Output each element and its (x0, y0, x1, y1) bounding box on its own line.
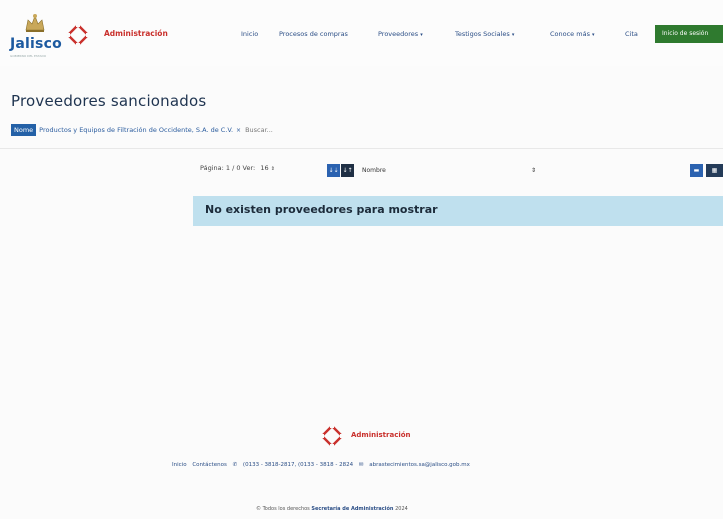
footer-email[interactable]: abrastecimientos.sa@jalisco.gob.mx (369, 462, 470, 468)
grid-view-icon[interactable]: ▦ (706, 164, 723, 177)
administracion-logo-icon (66, 23, 90, 47)
jalisco-logo[interactable]: Jalisco (10, 36, 62, 52)
footer-phone: (0133 - 3818-2817, (0133 - 3818 - 2824 (242, 462, 354, 468)
filter-bar: Nome Productos y Equipos de Filtración d… (11, 123, 273, 137)
footer-link-contactenos[interactable]: Contáctenos (192, 462, 227, 468)
nav-inicio[interactable]: Inicio (241, 30, 258, 38)
copyright: © Todos los derechos Secretaría de Admin… (256, 506, 408, 512)
sort-field-select[interactable]: Nombre ⇕ (362, 164, 540, 177)
nav-procesos-de-compras[interactable]: Procesos de compras (279, 30, 348, 38)
copyright-org: Secretaría de Administración (311, 506, 394, 512)
sort-ascending-button[interactable]: ↓⇣ (327, 164, 340, 177)
footer-link-inicio[interactable]: Inicio (172, 462, 187, 468)
select-caret-icon: ⇕ (530, 167, 536, 174)
per-page-select[interactable]: 16 ⇕ (260, 164, 275, 172)
login-button[interactable]: Inicio de sesión (655, 25, 723, 43)
filter-remove-icon[interactable]: × (236, 127, 241, 134)
search-link[interactable]: Buscar... (245, 126, 273, 134)
mail-icon: ✉ (358, 462, 364, 468)
administracion-logo-icon (320, 424, 344, 448)
footer-administracion-title: Administración (351, 431, 411, 439)
nav-cita[interactable]: Cita (625, 30, 638, 38)
filter-chip-label: Nome (11, 124, 37, 136)
chevron-down-icon: ▾ (591, 32, 595, 38)
page-status: Página: 1 / 0 Ver: (200, 164, 256, 172)
empty-state-message: No existen proveedores para mostrar (205, 203, 438, 216)
jalisco-logo-subtext: GOBIERNO DEL ESTADO (10, 54, 47, 58)
jalisco-crest-icon (25, 14, 45, 32)
list-view-icon[interactable]: ▬ (690, 164, 703, 177)
divider (0, 148, 723, 149)
footer-links: Inicio Contáctenos ✆ (0133 - 3818-2817, … (172, 462, 474, 468)
chevron-down-icon: ▾ (420, 32, 423, 38)
administracion-title[interactable]: Administración (104, 29, 168, 38)
sort-descending-button[interactable]: ↓↑ (341, 164, 354, 177)
chevron-down-icon: ▾ (511, 32, 515, 38)
pagination-info: Página: 1 / 0 Ver: 16 ⇕ (200, 164, 275, 172)
phone-icon: ✆ (232, 462, 238, 468)
page-title: Proveedores sancionados (11, 92, 207, 110)
filter-chip-value: Productos y Equipos de Filtración de Occ… (39, 126, 234, 134)
select-caret-icon: ⇕ (270, 166, 275, 172)
nav-proveedores[interactable]: Proveedores ▾ (378, 30, 423, 38)
nav-conoce-mas[interactable]: Conoce más ▾ (550, 30, 594, 38)
nav-testigos-sociales[interactable]: Testigos Sociales ▾ (455, 30, 514, 38)
